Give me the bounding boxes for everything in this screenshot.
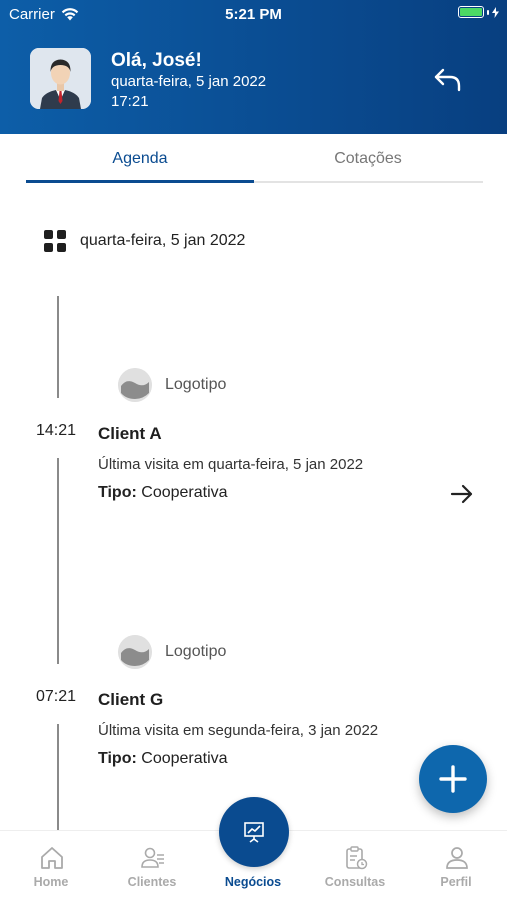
client-type: Tipo: Cooperativa — [98, 750, 228, 768]
add-button[interactable] — [419, 745, 487, 813]
appointment-time: 14:21 — [36, 422, 77, 439]
status-bar: Carrier 5:21 PM — [0, 0, 507, 28]
tab-cotacoes[interactable]: Cotações — [254, 140, 482, 180]
client-logo-icon — [118, 635, 152, 669]
nav-perfil[interactable]: Perfil — [411, 831, 501, 900]
plus-icon — [439, 765, 467, 793]
tab-bar: Agenda Cotações — [26, 140, 483, 184]
client-logo-icon — [118, 368, 152, 402]
nav-negocios-label: Negócios — [224, 875, 282, 889]
nav-home-label: Home — [33, 875, 69, 889]
nav-clientes[interactable]: Clientes — [107, 831, 197, 900]
client-name[interactable]: Client A — [98, 424, 162, 444]
nav-home[interactable]: Home — [6, 831, 96, 900]
tab-agenda[interactable]: Agenda — [26, 140, 254, 180]
timeline-line — [57, 458, 59, 664]
nav-consultas[interactable]: Consultas — [310, 831, 400, 900]
presentation-chart-icon — [244, 822, 264, 843]
battery-icon — [458, 6, 499, 18]
client-type-label: Tipo: — [98, 484, 137, 501]
home-icon — [41, 847, 63, 869]
nav-perfil-label: Perfil — [440, 875, 472, 889]
last-visit: Última visita em segunda-feira, 3 jan 20… — [98, 722, 379, 739]
users-icon — [141, 847, 164, 868]
client-logo-row: Logotipo — [118, 368, 226, 402]
client-type-label: Tipo: — [98, 750, 137, 767]
arrow-right-icon[interactable] — [450, 484, 474, 504]
app-header: Carrier 5:21 PM Olá, José! quarta-feira,… — [0, 0, 507, 134]
appointment-time: 07:21 — [36, 688, 77, 705]
undo-arrow-icon[interactable] — [432, 66, 464, 94]
header-time: 17:21 — [111, 93, 149, 110]
timeline-line — [57, 296, 59, 398]
timeline-line — [57, 724, 59, 830]
client-name[interactable]: Client G — [98, 690, 163, 710]
greeting: Olá, José! — [111, 50, 202, 71]
client-logo-row: Logotipo — [118, 635, 226, 669]
nav-consultas-label: Consultas — [324, 875, 386, 889]
agenda-date: quarta-feira, 5 jan 2022 — [80, 232, 246, 249]
logo-label: Logotipo — [165, 643, 227, 660]
nav-clientes-label: Clientes — [127, 875, 177, 889]
avatar[interactable] — [30, 48, 91, 109]
logo-label: Logotipo — [165, 376, 227, 393]
client-type: Tipo: Cooperativa — [98, 484, 228, 502]
header-date: quarta-feira, 5 jan 2022 — [111, 73, 267, 90]
clipboard-clock-icon — [346, 846, 368, 870]
status-time: 5:21 PM — [225, 6, 282, 23]
agenda-date-row: quarta-feira, 5 jan 2022 — [44, 230, 245, 252]
tab-active-indicator — [26, 180, 254, 183]
client-type-value: Cooperativa — [141, 484, 228, 501]
negocios-center-button[interactable] — [219, 797, 289, 867]
client-type-value: Cooperativa — [141, 750, 228, 767]
person-icon — [446, 847, 468, 869]
grid-icon[interactable] — [44, 230, 66, 252]
last-visit: Última visita em quarta-feira, 5 jan 202… — [98, 456, 364, 473]
